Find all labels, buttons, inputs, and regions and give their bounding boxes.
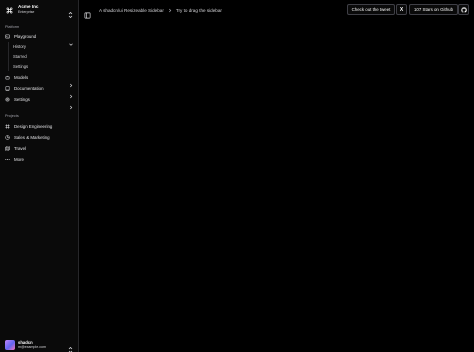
- app-window: Acme Inc Enterprise Platform Playground …: [0, 0, 474, 352]
- main-content: [80, 20, 474, 352]
- group-label-platform: Platform: [5, 25, 20, 29]
- more-icon: [5, 157, 10, 162]
- chevrons-up-down-icon: [68, 6, 73, 19]
- github-button[interactable]: [458, 4, 469, 15]
- breadcrumb-item[interactable]: A shadcn/ui Resizeable Sidebar: [99, 8, 164, 13]
- check-tweet-button[interactable]: Check out the tweet: [347, 4, 395, 15]
- book-icon: [5, 86, 10, 91]
- avatar: [5, 340, 15, 350]
- project-item-label: Sales & Marketing: [14, 135, 50, 140]
- chevron-right-icon: [168, 8, 172, 13]
- sidebar-item-label: Documentation: [14, 86, 44, 91]
- chevron-right-icon: [69, 75, 73, 88]
- chevron-right-icon: [69, 97, 73, 110]
- pie-chart-icon: [5, 135, 10, 140]
- group-label-projects: Projects: [5, 114, 19, 118]
- submenu-rail: [8, 42, 9, 71]
- sub-item-settings[interactable]: Settings: [11, 62, 28, 70]
- sidebar-toggle-icon[interactable]: [84, 6, 91, 19]
- project-item-label: Travel: [14, 146, 27, 151]
- top-header: A shadcn/ui Resizeable Sidebar Try to dr…: [80, 0, 474, 20]
- project-item-sales-marketing[interactable]: Sales & Marketing: [3, 133, 76, 142]
- sidebar: Acme Inc Enterprise Platform Playground …: [0, 0, 79, 352]
- breadcrumb-current: Try to drag the sidebar: [175, 7, 222, 13]
- user-menu[interactable]: shadcn m@example.com: [3, 339, 76, 352]
- chevron-down-icon: [69, 34, 73, 46]
- project-item-label: More: [14, 157, 25, 162]
- project-item-label: Design Engineering: [14, 124, 53, 129]
- project-item-travel[interactable]: Travel: [3, 144, 76, 153]
- command-icon: [5, 6, 14, 15]
- user-email: m@example.com: [18, 344, 47, 349]
- github-icon: [460, 6, 467, 13]
- breadcrumb: A shadcn/ui Resizeable Sidebar Try to dr…: [99, 7, 222, 13]
- sidebar-item-playground[interactable]: Playground: [3, 32, 76, 46]
- sidebar-item-label: Playground: [14, 34, 37, 39]
- sidebar-item-label: Settings: [14, 97, 30, 102]
- project-item-more[interactable]: More: [3, 155, 76, 164]
- sidebar-item-settings[interactable]: Settings: [3, 95, 76, 110]
- sidebar-item-documentation[interactable]: Documentation: [3, 84, 76, 99]
- bot-icon: [5, 75, 10, 80]
- github-stars-button[interactable]: 107 Stars on Github: [409, 4, 458, 15]
- x-button[interactable]: X: [396, 4, 407, 15]
- team-switcher[interactable]: Acme Inc Enterprise: [3, 3, 76, 19]
- chevrons-up-down-icon: [68, 341, 73, 352]
- terminal-icon: [5, 34, 10, 39]
- sub-item-history[interactable]: History: [11, 42, 26, 50]
- frame-icon: [5, 124, 10, 129]
- map-icon: [5, 146, 10, 151]
- team-plan: Enterprise: [18, 10, 35, 14]
- project-item-design-engineering[interactable]: Design Engineering: [3, 122, 76, 131]
- chevron-right-icon: [69, 86, 73, 99]
- sidebar-item-label: Models: [14, 75, 29, 80]
- sidebar-item-models[interactable]: Models: [3, 73, 76, 88]
- sub-item-starred[interactable]: Starred: [11, 52, 27, 60]
- gear-icon: [5, 97, 10, 102]
